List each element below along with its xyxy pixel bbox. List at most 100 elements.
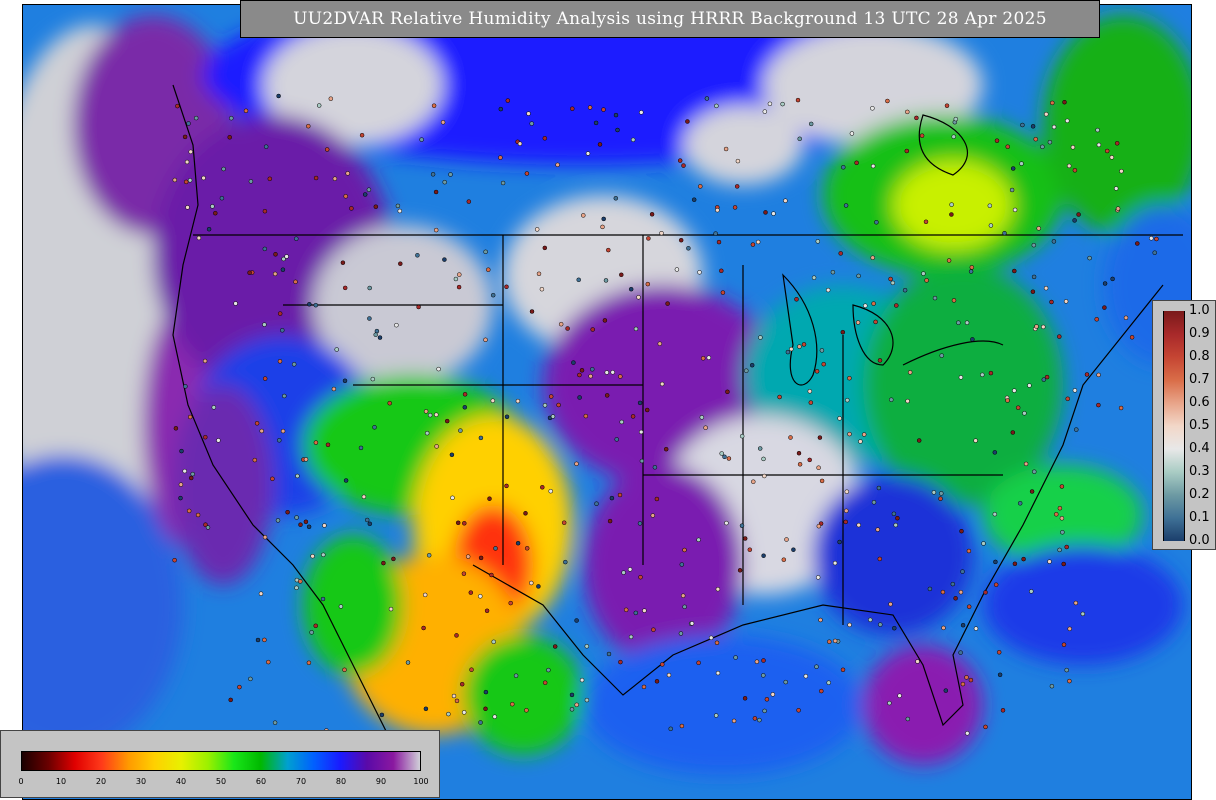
station-dot: [847, 375, 852, 381]
qc-tick-label: 0.9: [1189, 326, 1210, 341]
station-dot: [303, 519, 309, 525]
station-dot: [1102, 281, 1108, 286]
station-dot: [654, 679, 660, 684]
station-dot: [273, 252, 278, 257]
station-dot: [387, 400, 392, 406]
station-dot: [958, 375, 964, 380]
station-dot: [808, 121, 814, 127]
station-dot: [484, 608, 490, 614]
station-dot: [715, 586, 721, 592]
station-dot: [639, 458, 645, 464]
station-dot: [419, 137, 424, 142]
station-dot: [391, 556, 396, 562]
station-dot: [877, 358, 883, 363]
station-dot: [491, 639, 496, 645]
station-dot: [964, 675, 969, 680]
station-dot: [1067, 626, 1072, 632]
station-dot: [1096, 402, 1101, 408]
station-dot: [1054, 512, 1059, 517]
qc-tick-label: 0.2: [1189, 487, 1210, 502]
station-dot: [583, 413, 589, 419]
station-dot: [513, 673, 519, 678]
station-dot: [1051, 124, 1057, 130]
station-dot: [478, 594, 483, 599]
station-dot: [372, 425, 377, 430]
station-dot: [697, 270, 702, 275]
station-dot: [1073, 600, 1079, 606]
station-dot: [604, 393, 610, 398]
station-dot: [958, 650, 963, 655]
station-dot: [196, 235, 202, 241]
station-dot: [645, 281, 651, 287]
station-dot: [614, 437, 619, 442]
station-dot: [486, 267, 491, 272]
station-dot: [529, 309, 535, 314]
station-dot: [892, 625, 897, 631]
station-dot: [1057, 334, 1062, 339]
station-dot: [821, 361, 826, 367]
station-dot: [1096, 142, 1102, 148]
station-dot: [1080, 611, 1086, 617]
station-dot: [1005, 398, 1010, 403]
station-dot: [621, 570, 626, 575]
station-dot: [1059, 484, 1065, 489]
station-dot: [832, 638, 838, 644]
station-dot: [826, 680, 831, 685]
station-dot: [742, 536, 748, 541]
station-dot: [638, 429, 644, 435]
station-dot: [294, 236, 299, 241]
station-dot: [641, 684, 647, 690]
station-dot: [818, 617, 823, 623]
station-dot: [877, 556, 883, 562]
station-dot: [342, 378, 348, 384]
station-dot: [454, 698, 460, 704]
station-dot: [715, 670, 721, 676]
station-dot: [548, 488, 553, 494]
station-dot: [584, 644, 590, 649]
station-dot: [216, 438, 221, 443]
station-dot: [762, 708, 767, 714]
station-dot: [343, 194, 348, 199]
station-dot: [457, 272, 462, 277]
station-dot: [956, 320, 961, 325]
qc-colorbar-swatch: [1163, 495, 1185, 518]
station-dot: [1065, 396, 1070, 402]
station-dot: [732, 205, 738, 210]
station-dot: [703, 425, 708, 430]
station-dot: [1012, 561, 1018, 567]
station-dot: [213, 210, 218, 216]
station-dot: [186, 121, 191, 126]
station-dot: [195, 512, 201, 518]
station-dot: [1102, 305, 1107, 310]
station-dot: [921, 271, 926, 276]
station-dot: [739, 523, 745, 528]
station-dot: [1049, 683, 1055, 689]
station-dot: [794, 297, 799, 302]
station-dot: [801, 342, 807, 347]
station-dot: [248, 676, 253, 682]
station-dot: [524, 546, 530, 551]
station-dot: [890, 280, 896, 286]
station-dot: [679, 562, 685, 567]
station-dot: [940, 589, 946, 595]
station-dot: [1029, 489, 1035, 494]
station-dot: [193, 115, 199, 121]
station-dot: [183, 384, 188, 389]
station-dot: [870, 106, 875, 111]
station-dot: [659, 230, 664, 236]
station-dot: [349, 206, 354, 211]
station-dot: [1072, 168, 1078, 173]
station-dot: [816, 465, 821, 470]
station-dot: [186, 508, 192, 514]
station-dot: [173, 426, 179, 431]
qc-tick-label: 0.3: [1189, 464, 1210, 479]
station-dot: [202, 358, 208, 364]
station-dot: [878, 622, 883, 627]
station-dot: [870, 255, 875, 260]
qc-colorbar-swatch: [1163, 357, 1185, 380]
station-dot: [750, 242, 756, 247]
station-dot: [807, 389, 813, 394]
station-dot: [814, 664, 819, 669]
station-dot: [430, 172, 436, 177]
station-dot: [668, 726, 673, 732]
